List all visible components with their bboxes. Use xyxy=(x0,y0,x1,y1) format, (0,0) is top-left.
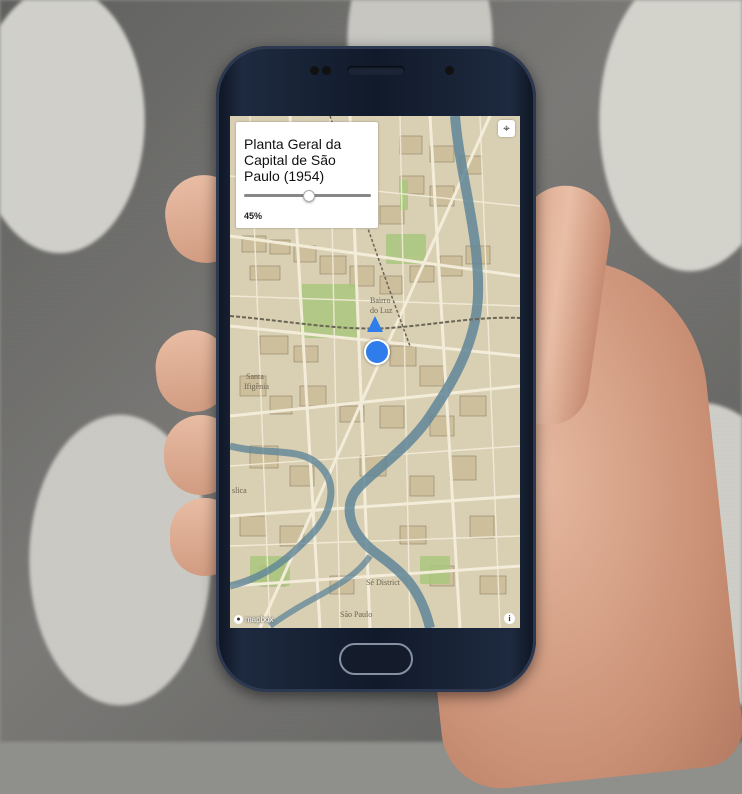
mapbox-logo[interactable]: ● mapbox xyxy=(234,615,273,624)
overlay-control-panel: Planta Geral da Capital de São Paulo (19… xyxy=(236,122,378,228)
opacity-value: 45% xyxy=(244,211,263,221)
geolocate-button[interactable]: ⌖ xyxy=(498,120,515,137)
opacity-slider-handle[interactable] xyxy=(303,190,316,202)
phone-sensor xyxy=(322,66,331,75)
phone-camera xyxy=(445,66,454,75)
map-label-slica: slica xyxy=(232,486,247,495)
map-label-santa: Santa xyxy=(246,372,264,381)
user-location-dot xyxy=(364,339,390,365)
heading-arrow-icon xyxy=(367,316,383,332)
map-label-se-district: Sé District xyxy=(366,578,400,587)
info-button[interactable]: i xyxy=(504,613,515,624)
map-screen[interactable]: Bairro do Luz Santa Ifigênia Sé District… xyxy=(230,116,520,628)
map-label-luz: do Luz xyxy=(370,306,393,315)
map-label-bairro: Bairro xyxy=(370,296,391,305)
info-icon: i xyxy=(508,614,511,623)
mapbox-logo-icon: ● xyxy=(234,615,243,624)
map-label-sao-paulo: São Paulo xyxy=(340,610,373,619)
overlay-title: Planta Geral da Capital de São Paulo (19… xyxy=(244,136,342,184)
phone-sensor xyxy=(310,66,319,75)
home-button[interactable] xyxy=(339,643,413,675)
map-label-ifigenia: Ifigênia xyxy=(244,382,269,391)
geolocate-icon: ⌖ xyxy=(503,121,510,135)
mapbox-wordmark: mapbox xyxy=(245,615,274,624)
phone-speaker xyxy=(347,66,405,75)
